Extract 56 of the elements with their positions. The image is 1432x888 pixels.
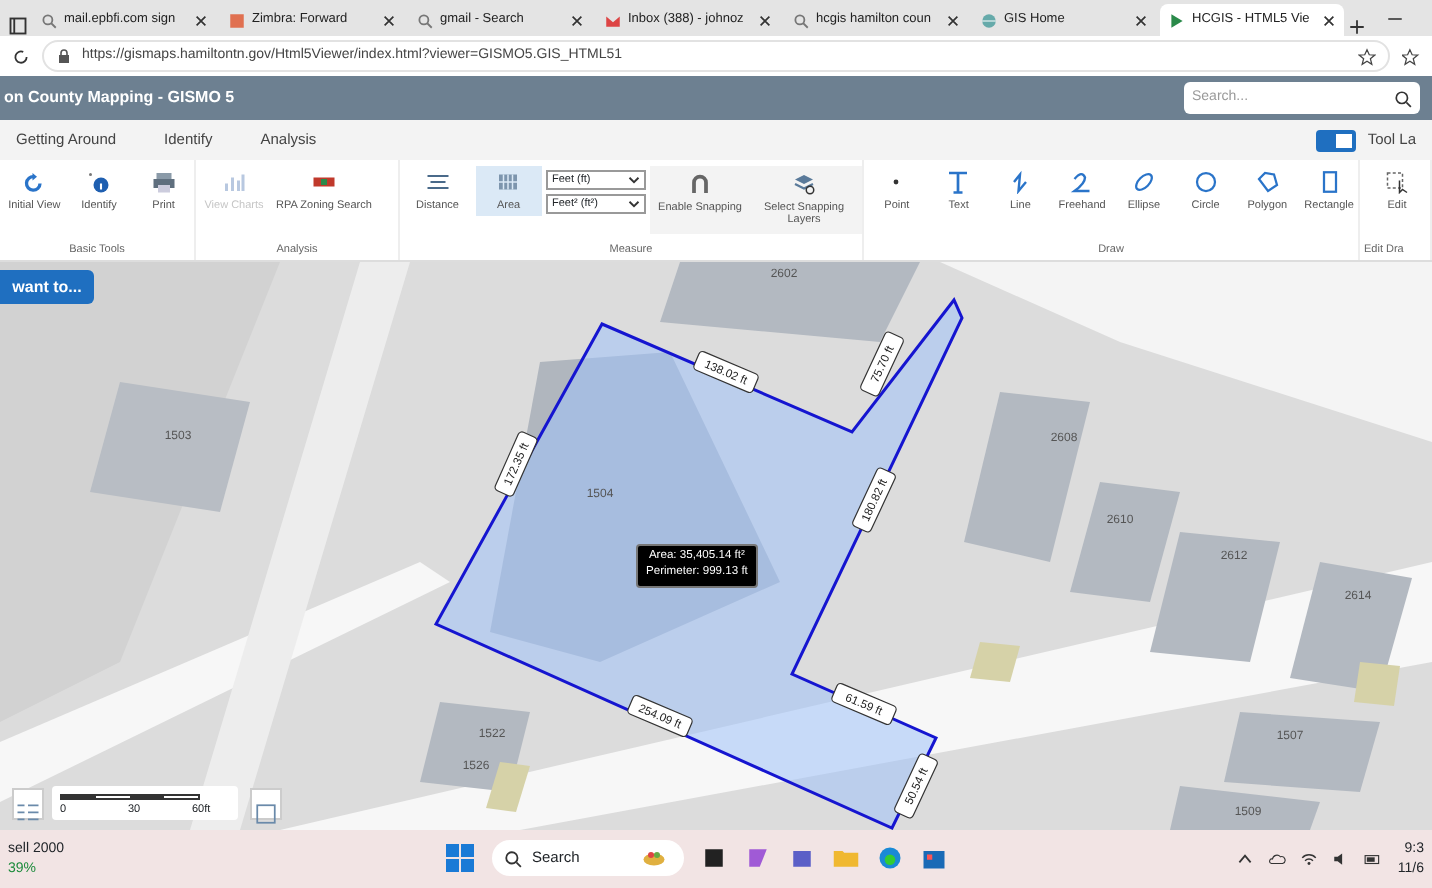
magnifier-icon xyxy=(40,11,58,29)
info-icon xyxy=(86,170,111,194)
polygon-icon xyxy=(1255,170,1280,194)
yard-patch xyxy=(970,642,1020,682)
edit-cursor-icon xyxy=(1385,170,1409,194)
rectangle-icon xyxy=(1317,170,1342,194)
close-icon[interactable] xyxy=(382,13,396,27)
freehand-icon xyxy=(1070,170,1095,194)
ruler-icon xyxy=(425,170,450,194)
task-view-icon[interactable] xyxy=(700,844,728,872)
star-icon[interactable] xyxy=(1358,47,1376,65)
magnifier-icon xyxy=(792,11,810,29)
close-icon[interactable] xyxy=(1134,13,1148,27)
battery-icon[interactable] xyxy=(1363,850,1382,868)
lock-icon xyxy=(56,48,72,64)
ellipse-icon xyxy=(1131,170,1156,194)
magnet-icon xyxy=(688,172,712,196)
refresh-icon xyxy=(22,170,47,194)
reload-icon[interactable] xyxy=(12,47,30,65)
close-icon[interactable] xyxy=(194,13,208,27)
cloud-icon[interactable] xyxy=(1267,850,1286,868)
close-icon[interactable] xyxy=(570,13,584,27)
grid-icon xyxy=(496,170,521,194)
building xyxy=(1070,482,1180,602)
search-icon xyxy=(1394,89,1412,107)
bar-chart-icon xyxy=(222,170,246,194)
circle-icon xyxy=(1193,170,1218,194)
yard-patch xyxy=(1354,662,1400,706)
envelope-icon xyxy=(604,11,622,29)
favorites-icon[interactable] xyxy=(1402,47,1420,65)
printer-icon xyxy=(151,170,176,194)
windows-logo-icon[interactable] xyxy=(444,842,476,874)
line-tool-icon xyxy=(1008,170,1033,194)
toggle-switch[interactable] xyxy=(1315,129,1356,151)
chevron-icon[interactable] xyxy=(1235,850,1254,868)
building xyxy=(1290,562,1412,692)
building xyxy=(1150,532,1280,662)
overview-map-icon[interactable] xyxy=(252,799,280,828)
close-icon[interactable] xyxy=(946,13,960,27)
search-icon xyxy=(504,849,522,867)
browser-icon[interactable] xyxy=(876,844,904,872)
globe-icon xyxy=(980,11,998,29)
copilot-icon[interactable] xyxy=(744,844,772,872)
square-logo-icon xyxy=(228,11,246,29)
app-title: on County Mapping - GISMO 5 xyxy=(4,86,235,110)
tab-list-icon[interactable] xyxy=(8,16,28,36)
yard-patch xyxy=(486,762,530,812)
text-tool-icon xyxy=(946,170,971,194)
layers-icon xyxy=(792,172,816,196)
plus-icon[interactable] xyxy=(1348,18,1366,36)
close-icon[interactable] xyxy=(758,13,772,27)
close-icon[interactable] xyxy=(1322,13,1336,27)
menu-button[interactable]: want to... xyxy=(0,270,94,304)
wifi-icon[interactable] xyxy=(1299,850,1318,868)
magnifier-icon xyxy=(416,11,434,29)
flag-icon xyxy=(1168,11,1186,29)
